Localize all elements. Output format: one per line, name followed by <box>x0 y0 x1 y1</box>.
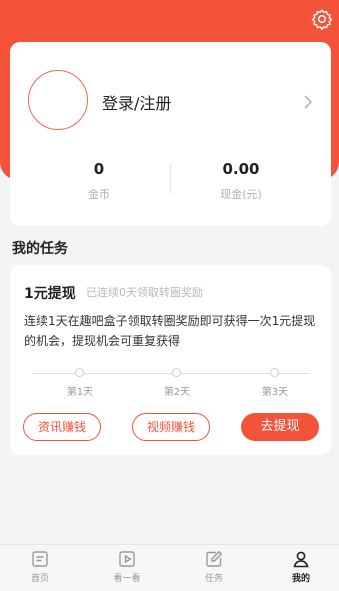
chevron-right-icon[interactable] <box>303 94 313 109</box>
stat-divider <box>170 164 171 194</box>
tab-mine[interactable]: 我的 <box>271 549 331 584</box>
tab-tasks-label: 任务 <box>204 574 223 584</box>
bottom-tab-bar: 首页 看一看 任务 我的 <box>0 544 339 591</box>
my-tasks-title: 我的任务 <box>12 241 68 257</box>
tab-home-label: 首页 <box>30 574 49 584</box>
task-title: 1元提现 <box>24 286 76 302</box>
task-streak-status: 已连续0天领取转圈奖励 <box>86 286 203 299</box>
day-label-1: 第1天 <box>66 387 94 398</box>
day-label-3: 第3天 <box>261 387 289 398</box>
progress-dot-day1 <box>75 368 84 377</box>
cash-label: 现金(元) <box>220 188 262 201</box>
task-description: 连续1天在趣吧盒子领取转圈奖励即可获得一次1元提现的机会，提现机会可重复获得 <box>24 314 316 348</box>
tab-mine-label: 我的 <box>291 574 310 584</box>
home-icon <box>10 549 70 569</box>
edit-icon <box>184 549 244 569</box>
person-icon <box>271 549 331 569</box>
task-card: 1元提现 已连续0天领取转圈奖励 连续1天在趣吧盒子领取转圈奖励即可获得一次1元… <box>10 265 331 455</box>
coins-value: 0 <box>93 160 105 178</box>
tab-tasks[interactable]: 任务 <box>184 549 244 584</box>
cash-stat[interactable]: 0.00 现金(元) <box>176 160 306 202</box>
tab-home[interactable]: 首页 <box>10 549 70 584</box>
avatar[interactable] <box>28 70 88 130</box>
page: 登录/注册 0 金币 0.00 现金(元) 我的任务 1元提现 已连续0天领取转… <box>0 0 339 591</box>
withdraw-button[interactable]: 去提现 <box>241 413 319 441</box>
progress-dot-day3 <box>270 368 279 377</box>
video-earn-button[interactable]: 视频赚钱 <box>132 413 210 441</box>
coins-label: 金币 <box>88 188 110 201</box>
profile-card: 登录/注册 0 金币 0.00 现金(元) <box>10 42 331 226</box>
day-label-2: 第2天 <box>163 387 191 398</box>
progress-dot-day2 <box>172 368 181 377</box>
tab-watch[interactable]: 看一看 <box>97 549 157 584</box>
progress-track <box>32 373 310 374</box>
tab-watch-label: 看一看 <box>113 574 141 584</box>
cash-value: 0.00 <box>222 160 260 178</box>
video-icon <box>97 549 157 569</box>
login-register-link[interactable]: 登录/注册 <box>102 90 171 114</box>
gear-icon[interactable] <box>311 8 333 31</box>
coins-stat[interactable]: 0 金币 <box>34 160 164 202</box>
news-earn-button[interactable]: 资讯赚钱 <box>23 413 101 441</box>
